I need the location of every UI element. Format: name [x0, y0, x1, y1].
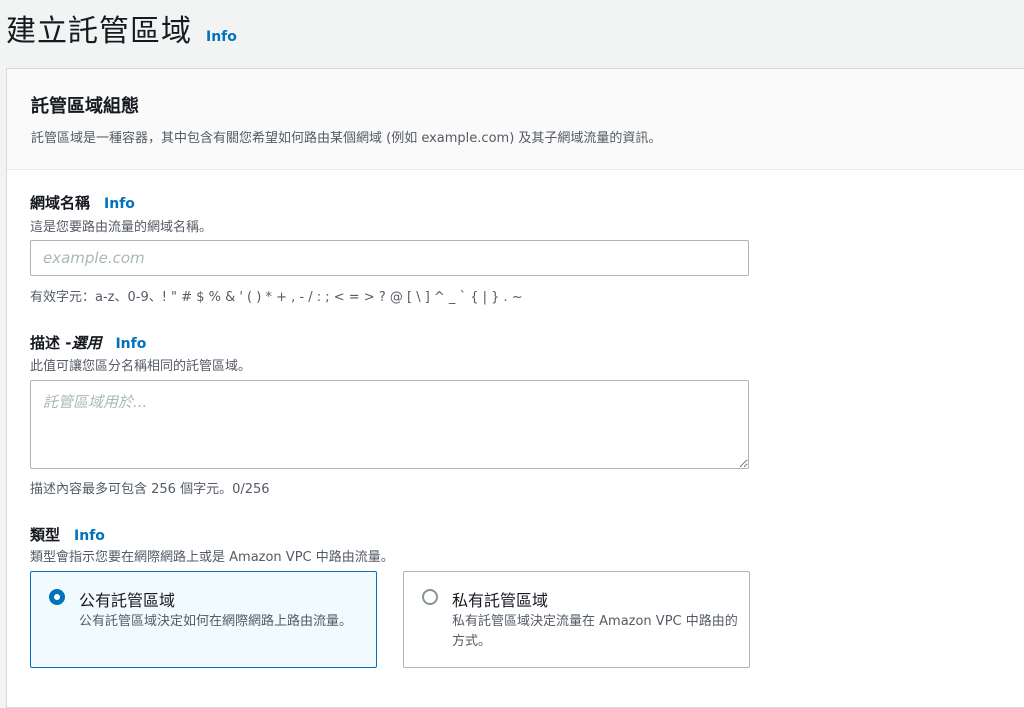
description-field-description: 此值可讓您區分名稱相同的託管區域。 — [30, 359, 252, 374]
domain-name-valid-chars-hint: 有效字元：a-z、0-9、! " # $ % & ' ( ) * + , - /… — [30, 290, 523, 305]
page-header: 建立託管區域 Info — [6, 6, 237, 50]
public-hosted-zone-option[interactable]: 公有託管區域 公有託管區域決定如何在網際網路上路由流量。 — [30, 571, 377, 668]
domain-name-description: 這是您要路由流量的網域名稱。 — [30, 220, 213, 235]
domain-name-label-text: 網域名稱 — [30, 194, 91, 212]
panel-title: 託管區域組態 — [31, 96, 139, 117]
description-textarea[interactable] — [30, 380, 749, 469]
description-info-link[interactable]: Info — [115, 336, 146, 352]
private-hosted-zone-title: 私有託管區域 — [452, 591, 549, 610]
page-title: 建立託管區域 — [6, 14, 192, 49]
hosted-zone-config-panel: 託管區域組態 託管區域是一種容器，其中包含有關您希望如何路由某個網域 (例如 e… — [6, 68, 1024, 708]
domain-name-info-link[interactable]: Info — [104, 196, 135, 212]
description-label-text: 描述 - — [30, 334, 72, 352]
public-hosted-zone-radio[interactable] — [49, 589, 65, 605]
panel-header: 託管區域組態 託管區域是一種容器，其中包含有關您希望如何路由某個網域 (例如 e… — [7, 69, 1024, 170]
domain-name-label: 網域名稱 Info — [30, 192, 135, 213]
domain-name-input[interactable] — [30, 240, 749, 276]
public-hosted-zone-description: 公有託管區域決定如何在網際網路上路由流量。 — [79, 614, 353, 629]
panel-description: 託管區域是一種容器，其中包含有關您希望如何路由某個網域 (例如 example.… — [31, 131, 662, 146]
type-description: 類型會指示您要在網際網路上或是 Amazon VPC 中路由流量。 — [30, 550, 394, 565]
type-label: 類型 Info — [30, 524, 105, 545]
description-label: 描述 - 選用 Info — [30, 332, 146, 353]
type-label-text: 類型 — [30, 526, 61, 544]
page-info-link[interactable]: Info — [206, 29, 237, 45]
private-hosted-zone-radio[interactable] — [422, 589, 438, 605]
description-char-count-hint: 描述內容最多可包含 256 個字元。0/256 — [30, 482, 270, 497]
description-optional-label: 選用 — [71, 334, 102, 352]
public-hosted-zone-title: 公有託管區域 — [79, 591, 176, 610]
private-hosted-zone-option[interactable]: 私有託管區域 私有託管區域決定流量在 Amazon VPC 中路由的方式。 — [403, 571, 750, 668]
type-info-link[interactable]: Info — [74, 528, 105, 544]
private-hosted-zone-description: 私有託管區域決定流量在 Amazon VPC 中路由的方式。 — [452, 614, 738, 649]
